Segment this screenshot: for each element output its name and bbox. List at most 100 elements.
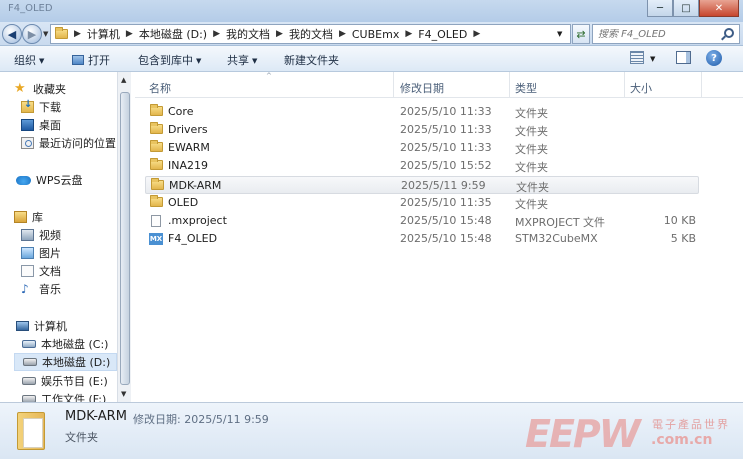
column-header-name[interactable]: 名称 [149,80,171,96]
table-row-hovered[interactable]: MDK-ARM 2025/5/11 9:59 文件夹 [145,176,699,194]
new-folder-button[interactable]: 新建文件夹 [284,52,339,68]
table-row[interactable]: INA219 2025/5/10 15:52 文件夹 [145,157,699,175]
include-in-library-button[interactable]: 包含到库中 ▼ [138,52,201,68]
sidebar-item-drive-e[interactable]: 娱乐节目 (E:) [22,372,117,390]
sidebar-item-label: 桌面 [39,119,61,132]
search-input[interactable] [598,28,716,40]
star-icon: ★ [14,81,26,96]
library-icon [14,211,27,223]
sidebar-item-label: 收藏夹 [33,83,66,96]
file-name: MDK-ARM [169,179,222,192]
sidebar-item-documents[interactable]: 文档 [21,262,117,280]
column-divider[interactable] [624,72,625,97]
table-row[interactable]: OLED 2025/5/10 11:35 文件夹 [145,194,699,212]
table-row[interactable]: MX F4_OLED 2025/5/10 15:48 STM32CubeMX 5… [145,230,699,248]
folder-icon [55,27,68,39]
address-history-dropdown-icon[interactable]: ▼ [557,30,562,38]
table-row[interactable]: Core 2025/5/10 11:33 文件夹 [145,103,699,121]
sidebar-item-pictures[interactable]: 图片 [21,244,117,262]
column-header-size[interactable]: 大小 [630,80,652,96]
documents-icon [21,265,34,277]
back-button[interactable]: ◀ [2,24,22,44]
close-button[interactable]: ✕ [699,0,739,17]
forward-button[interactable]: ▶ [22,24,42,44]
sort-indicator-icon: ^ [266,72,272,80]
file-type: 文件夹 [515,143,548,156]
file-type: 文件夹 [515,107,548,120]
breadcrumb-my-documents[interactable]: 我的文档 [226,26,270,42]
sidebar-item-music[interactable]: ♪ 音乐 [21,280,117,298]
folder-icon [17,412,45,450]
file-size: 10 KB [663,214,696,227]
sidebar-item-favorites[interactable]: ★ 收藏夹 [14,80,117,98]
table-row[interactable]: Drivers 2025/5/10 11:33 文件夹 [145,121,699,139]
details-modified: 修改日期: 2025/5/11 9:59 [133,413,269,426]
table-row[interactable]: EWARM 2025/5/10 11:33 文件夹 [145,139,699,157]
scroll-up-icon[interactable]: ▲ [121,76,126,84]
file-name: Core [168,105,194,118]
sidebar-item-label: 计算机 [34,320,67,333]
sidebar-item-wps[interactable]: WPS云盘 [16,171,117,189]
help-button[interactable]: ? [706,50,722,66]
recent-pages-dropdown-icon[interactable]: ▼ [43,30,48,38]
chevron-right-icon[interactable]: ▶ [276,29,283,39]
breadcrumb-my-documents-2[interactable]: 我的文档 [289,26,333,42]
refresh-button[interactable]: ⇄ [572,24,590,44]
minimize-button[interactable]: ─ [647,0,673,17]
window-title: F4_OLED [8,3,53,14]
sidebar-item-label: 文档 [39,265,61,278]
column-headers: ^ 名称 修改日期 类型 大小 [135,72,743,98]
chevron-right-icon[interactable]: ▶ [126,29,133,39]
view-options-icon[interactable] [630,51,644,64]
music-icon: ♪ [21,282,29,296]
sidebar-item-libraries[interactable]: 库 [14,208,117,226]
preview-pane-icon[interactable] [676,51,691,64]
table-row[interactable]: .mxproject 2025/5/10 15:48 MXPROJECT 文件 … [145,212,699,230]
breadcrumb-cubemx[interactable]: CUBEmx [352,28,399,41]
file-name: Drivers [168,123,208,136]
chevron-right-icon[interactable]: ▶ [405,29,412,39]
share-button[interactable]: 共享 ▼ [227,52,257,68]
sidebar-item-drive-f[interactable]: 工作文件 (F:) [22,390,117,402]
search-box[interactable] [592,24,740,44]
sidebar-item-videos[interactable]: 视频 [21,226,117,244]
address-bar[interactable]: ▶ 计算机 ▶ 本地磁盘 (D:) ▶ 我的文档 ▶ 我的文档 ▶ CUBEmx… [50,24,571,44]
desktop-icon [21,119,34,131]
column-header-date[interactable]: 修改日期 [400,80,444,96]
chevron-right-icon[interactable]: ▶ [213,29,220,39]
column-header-type[interactable]: 类型 [515,80,537,96]
organize-button[interactable]: 组织 ▼ [14,52,44,68]
scroll-down-icon[interactable]: ▼ [121,390,126,398]
maximize-button[interactable]: □ [673,0,699,17]
sidebar-item-drive-c[interactable]: 本地磁盘 (C:) [22,335,117,353]
breadcrumb-f4-oled[interactable]: F4_OLED [418,28,467,41]
breadcrumb-drive-d[interactable]: 本地磁盘 (D:) [139,26,207,42]
sidebar-item-label: 图片 [39,247,61,260]
sidebar-item-recent[interactable]: 最近访问的位置 [21,134,117,152]
sidebar-item-label: 本地磁盘 (C:) [41,338,109,351]
column-divider[interactable] [393,72,394,97]
column-divider[interactable] [701,72,702,97]
file-date: 2025/5/10 11:35 [400,196,492,209]
chevron-down-icon: ▼ [39,57,45,65]
open-button[interactable]: 打开 [72,52,110,68]
scrollbar-thumb[interactable] [120,92,130,385]
sidebar-item-downloads[interactable]: 下载 [21,98,117,116]
sidebar-item-desktop[interactable]: 桌面 [21,116,117,134]
breadcrumb-computer[interactable]: 计算机 [87,26,120,42]
navigation-scrollbar[interactable]: ▲ ▼ [117,72,131,402]
column-divider[interactable] [509,72,510,97]
sidebar-item-drive-d[interactable]: 本地磁盘 (D:) [14,353,117,371]
sidebar-item-label: 下载 [39,101,61,114]
file-name: OLED [168,196,199,209]
chevron-right-icon[interactable]: ▶ [473,29,480,39]
chevron-down-icon[interactable]: ▼ [650,55,655,63]
file-type: MXPROJECT 文件 [515,216,606,229]
navigation-pane: ★收藏夹 下载 桌面 最近访问的位置 WPS云盘 库 视频 图片 文档 ♪音乐 … [0,72,117,402]
file-date: 2025/5/10 15:52 [400,159,492,172]
chevron-right-icon[interactable]: ▶ [74,29,81,39]
search-icon[interactable] [724,28,734,38]
file-type: STM32CubeMX [515,232,598,245]
sidebar-item-computer[interactable]: 计算机 [16,317,117,335]
chevron-right-icon[interactable]: ▶ [339,29,346,39]
